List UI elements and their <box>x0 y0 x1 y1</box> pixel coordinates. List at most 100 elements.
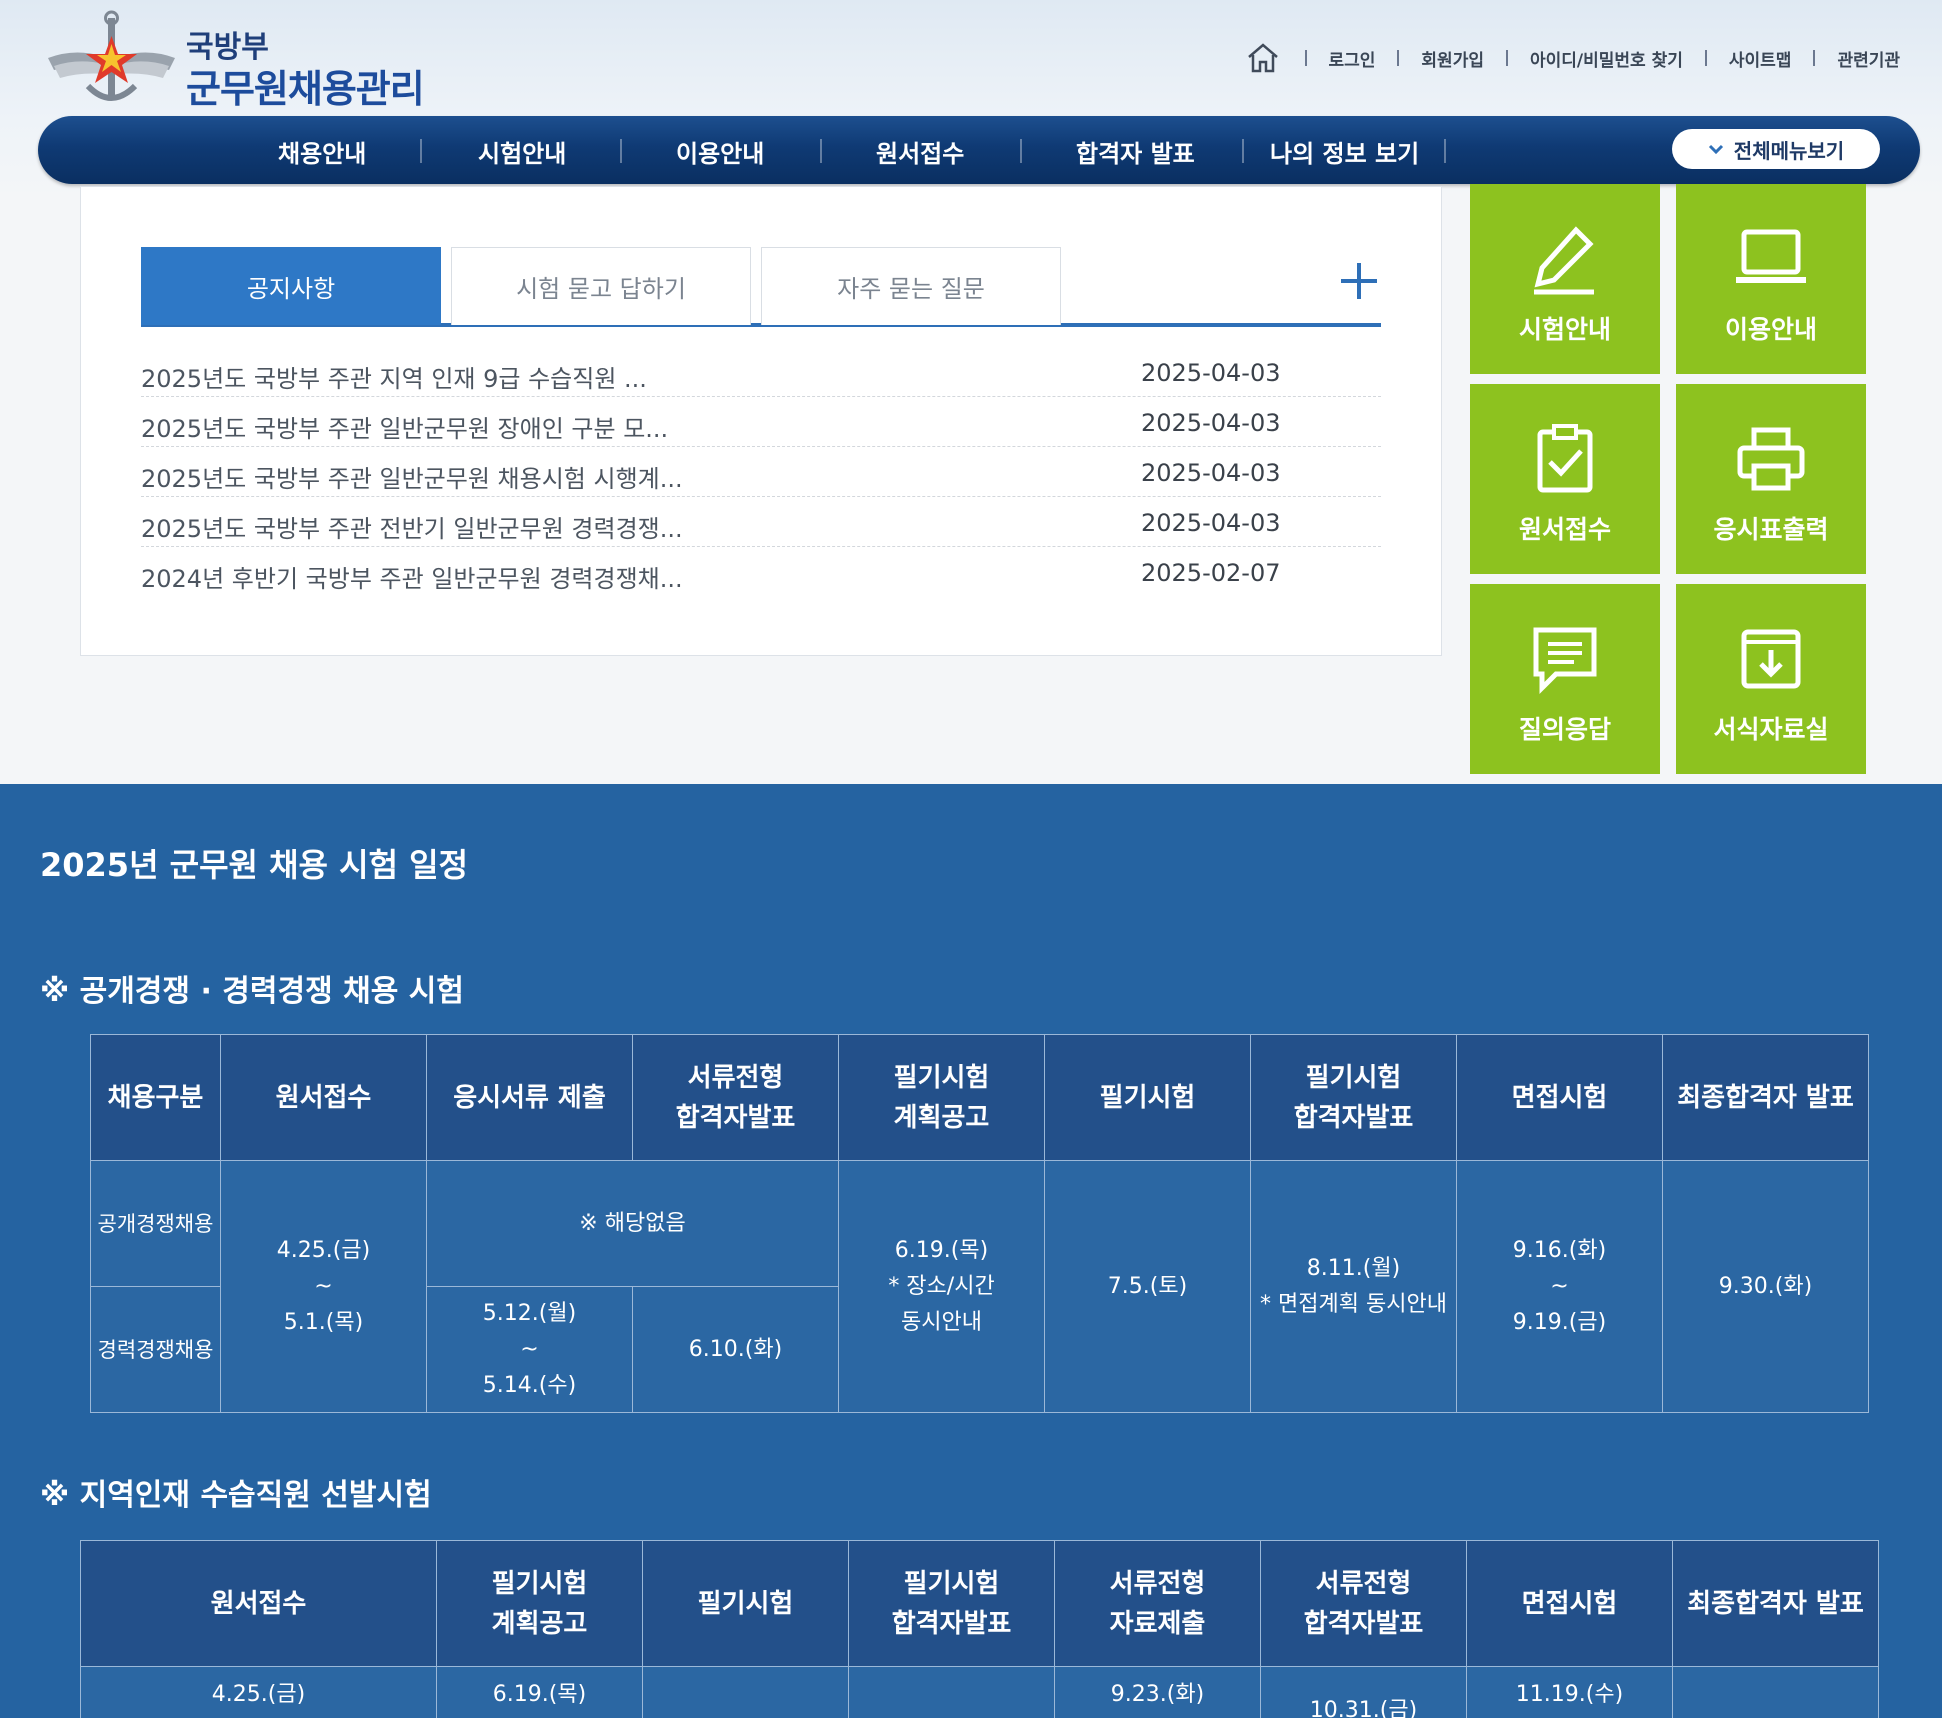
sitemap-link[interactable]: 사이트맵 <box>1729 46 1792 71</box>
cell-final: 9.30.(화) <box>1662 1160 1869 1413</box>
pencil-icon <box>1534 226 1594 295</box>
date-text: 6.19.(목) <box>894 1237 989 1263</box>
chevron-down-icon <box>1708 144 1723 155</box>
cell-written-plan: 6.19.(목) * 장소/시간 동시안내 <box>838 1160 1045 1413</box>
nav-exam-guide[interactable]: 시험안내 <box>478 134 566 169</box>
more-plus-icon[interactable] <box>1337 259 1381 303</box>
nav-results[interactable]: 합격자 발표 <box>1076 134 1195 169</box>
header-cell: 최종합격자 발표 <box>1662 1034 1869 1161</box>
divider <box>1020 139 1022 163</box>
notice-panel: 공지사항 시험 묻고 답하기 자주 묻는 질문 2025년도 국방부 주관 지역… <box>80 186 1442 656</box>
table-cell <box>642 1666 849 1718</box>
table-cell: 6.19.(목) <box>436 1666 643 1718</box>
divider <box>1242 139 1244 163</box>
all-menu-button[interactable]: 전체메뉴보기 <box>1672 129 1880 169</box>
header-cell: 면접시험 <box>1466 1540 1673 1667</box>
quick-application[interactable]: 원서접수 <box>1470 384 1660 574</box>
table-cell: 4.25.(금) <box>80 1666 437 1718</box>
notice-title[interactable]: 2025년도 국방부 주관 전반기 일반군무원 경력경쟁... <box>141 509 683 544</box>
date-text: 5.14.(수) <box>482 1372 577 1398</box>
list-item[interactable]: 2025년도 국방부 주관 일반군무원 채용시험 시행계... 2025-04-… <box>141 447 1381 497</box>
table-cell <box>848 1666 1055 1718</box>
tile-label: 시험안내 <box>1518 315 1611 344</box>
header-cell: 필기시험 <box>1044 1034 1251 1161</box>
login-link[interactable]: 로그인 <box>1329 46 1376 71</box>
table-cell: 9.23.(화) <box>1054 1666 1261 1718</box>
table-cell <box>1672 1666 1879 1718</box>
date-text: ~ <box>520 1336 539 1362</box>
divider <box>620 139 622 163</box>
logo-title: 군무원채용관리 <box>186 67 425 111</box>
cell-docs-submit: 5.12.(월) ~ 5.14.(수) <box>426 1286 633 1413</box>
divider <box>1304 50 1307 66</box>
tab-exam-qna[interactable]: 시험 묻고 답하기 <box>451 247 751 325</box>
date-text: 5.1.(목) <box>283 1309 364 1335</box>
divider <box>1505 50 1508 66</box>
cell-interview: 9.16.(화) ~ 9.19.(금) <box>1456 1160 1663 1413</box>
divider <box>1397 50 1400 66</box>
notice-date: 2025-04-03 <box>1141 409 1281 437</box>
cell-written-result: 8.11.(월) * 면접계획 동시안내 <box>1250 1160 1457 1413</box>
cell-apply: 4.25.(금) ~ 5.1.(목) <box>220 1160 427 1413</box>
header-cell: 필기시험 합격자발표 <box>848 1540 1055 1667</box>
list-item[interactable]: 2024년 후반기 국방부 주관 일반군무원 경력경쟁채... 2025-02-… <box>141 547 1381 597</box>
notice-title[interactable]: 2024년 후반기 국방부 주관 일반군무원 경력경쟁채... <box>141 559 683 594</box>
header-cell: 면접시험 <box>1456 1034 1663 1161</box>
list-item[interactable]: 2025년도 국방부 주관 지역 인재 9급 수습직원 ... 2025-04-… <box>141 347 1381 397</box>
signup-link[interactable]: 회원가입 <box>1421 46 1484 71</box>
header-cell: 최종합격자 발표 <box>1672 1540 1879 1667</box>
nav-my-info[interactable]: 나의 정보 보기 <box>1270 134 1419 169</box>
tile-label: 이용안내 <box>1724 315 1817 344</box>
printer-icon <box>1737 427 1805 491</box>
tile-label: 원서접수 <box>1518 515 1611 544</box>
quick-forms-library[interactable]: 서식자료실 <box>1676 584 1866 774</box>
table-cell: 11.19.(수) <box>1466 1666 1673 1718</box>
all-menu-label: 전체메뉴보기 <box>1733 138 1845 163</box>
nav-application[interactable]: 원서접수 <box>876 134 964 169</box>
find-account-link[interactable]: 아이디/비밀번호 찾기 <box>1530 46 1683 71</box>
section-title-open-career: ※ 공개경쟁 · 경력경쟁 채용 시험 <box>40 974 464 1009</box>
header-cell: 서류전형 합격자발표 <box>1260 1540 1467 1667</box>
list-item[interactable]: 2025년도 국방부 주관 일반군무원 장애인 구분 모... 2025-04-… <box>141 397 1381 447</box>
quick-exam-guide[interactable]: 시험안내 <box>1470 184 1660 374</box>
tab-notice[interactable]: 공지사항 <box>141 247 441 325</box>
divider <box>1704 50 1707 66</box>
notice-date: 2025-04-03 <box>1141 459 1281 487</box>
header-cell: 필기시험 계획공고 <box>838 1034 1045 1161</box>
quick-qna[interactable]: 질의응답 <box>1470 584 1660 774</box>
chat-list-icon <box>1533 627 1597 695</box>
notice-list: 2025년도 국방부 주관 지역 인재 9급 수습직원 ... 2025-04-… <box>141 347 1381 597</box>
row-label-career: 경력경쟁채용 <box>90 1286 221 1413</box>
utility-nav: 로그인 회원가입 아이디/비밀번호 찾기 사이트맵 관련기관 <box>1243 40 1900 76</box>
table-cell: 10.31.(금) <box>1260 1666 1467 1718</box>
related-sites-link[interactable]: 관련기관 <box>1837 46 1900 71</box>
notice-title[interactable]: 2025년도 국방부 주관 일반군무원 장애인 구분 모... <box>141 409 668 444</box>
schedule-table-general: 채용구분 원서접수 응시서류 제출 서류전형 합격자발표 필기시험 계획공고 필… <box>90 1034 1869 1413</box>
divider <box>1444 139 1446 163</box>
site-logo[interactable]: 국방부 군무원채용관리 <box>44 8 464 111</box>
quick-print-ticket[interactable]: 응시표출력 <box>1676 384 1866 574</box>
home-icon[interactable] <box>1243 40 1283 76</box>
header-cell: 채용구분 <box>90 1034 221 1161</box>
list-item[interactable]: 2025년도 국방부 주관 전반기 일반군무원 경력경쟁... 2025-04-… <box>141 497 1381 547</box>
nav-recruit-guide[interactable]: 채용안내 <box>278 134 366 169</box>
date-text: 5.12.(월) <box>482 1300 577 1326</box>
header-cell: 원서접수 <box>80 1540 437 1667</box>
tile-label: 응시표출력 <box>1713 515 1829 544</box>
note-text: * 면접계획 동시안내 <box>1260 1291 1447 1317</box>
site-header: 국방부 군무원채용관리 로그인 회원가입 아이디/비밀번호 찾기 사이트맵 관련… <box>0 0 1942 200</box>
divider <box>820 139 822 163</box>
schedule-table-regional: 원서접수 필기시험 계획공고 필기시험 필기시험 합격자발표 서류전형 자료제출… <box>80 1540 1879 1718</box>
tab-faq[interactable]: 자주 묻는 질문 <box>761 247 1061 325</box>
cell-written: 7.5.(토) <box>1044 1160 1251 1413</box>
notice-title[interactable]: 2025년도 국방부 주관 일반군무원 채용시험 시행계... <box>141 459 683 494</box>
note-text: 동시안내 <box>901 1309 982 1335</box>
download-box-icon <box>1741 629 1801 689</box>
date-text: 9.19.(금) <box>1512 1309 1607 1335</box>
notice-tabs: 공지사항 시험 묻고 답하기 자주 묻는 질문 <box>141 247 1381 327</box>
notice-title[interactable]: 2025년도 국방부 주관 지역 인재 9급 수습직원 ... <box>141 359 647 394</box>
exam-schedule-section: 2025년 군무원 채용 시험 일정 ※ 공개경쟁 · 경력경쟁 채용 시험 채… <box>0 784 1942 1718</box>
nav-usage-guide[interactable]: 이용안내 <box>676 134 764 169</box>
tile-label: 서식자료실 <box>1713 715 1829 744</box>
quick-usage-guide[interactable]: 이용안내 <box>1676 184 1866 374</box>
